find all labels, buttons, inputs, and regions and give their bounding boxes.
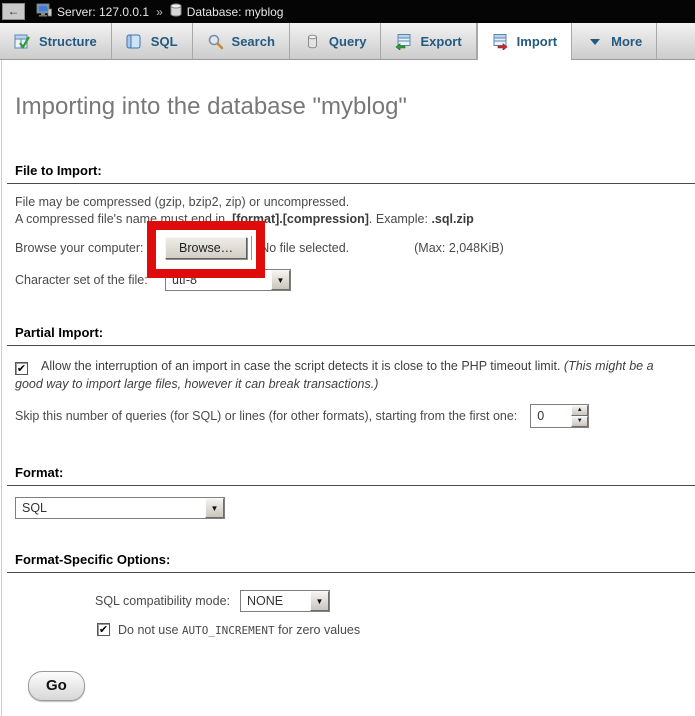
section-heading-file-to-import: File to Import: [7,163,695,184]
dropdown-arrow-icon[interactable]: ▼ [271,270,290,290]
tab-bar: Structure SQL Search Query Export Import [0,23,695,60]
auto-increment-row: ✔ Do not use AUTO_INCREMENT for zero val… [97,622,680,637]
chevron-down-icon [586,33,603,50]
skip-queries-value: 0 [531,405,571,427]
format-row: SQL ▼ [15,496,680,520]
charset-selected-value: utf-8 [166,270,271,290]
tab-label: More [611,34,642,49]
import-icon [492,33,509,50]
browse-label: Browse your computer: [15,241,165,255]
allow-interruption-checkbox[interactable]: ✔ [15,362,28,375]
tab-sql[interactable]: SQL [112,23,193,60]
tab-export[interactable]: Export [381,23,476,60]
sql-icon [126,33,143,50]
format-select[interactable]: SQL ▼ [15,497,225,519]
tab-label: Export [420,34,461,49]
file-input-divider [251,236,252,260]
allow-interruption-row: ✔ Allow the interruption of an import in … [15,357,680,393]
format-selected-value: SQL [16,498,205,518]
browse-button[interactable]: Browse… [165,237,247,259]
skip-queries-input[interactable]: 0 ▲ ▼ [530,404,589,428]
sql-compatibility-row: SQL compatibility mode: NONE ▼ [95,590,680,612]
tab-label: Import [517,34,557,49]
auto-increment-text: Do not use AUTO_INCREMENT for zero value… [118,623,360,637]
tab-more[interactable]: More [572,23,657,60]
section-heading-format: Format: [7,465,695,486]
skip-queries-label: Skip this number of queries (for SQL) or… [15,409,517,423]
back-button[interactable]: ← [2,3,25,20]
breadcrumb-separator: » [154,5,165,19]
charset-row: Character set of the file: utf-8 ▼ [15,269,680,291]
tab-structure[interactable]: Structure [0,23,112,60]
tab-label: Search [232,34,275,49]
go-button[interactable]: Go [28,671,85,701]
search-icon [207,33,224,50]
tab-import[interactable]: Import [477,23,572,60]
tab-label: SQL [151,34,178,49]
charset-select[interactable]: utf-8 ▼ [165,269,291,291]
max-size-note: (Max: 2,048KiB) [414,241,504,255]
auto-increment-checkbox[interactable]: ✔ [97,623,110,636]
spinner-down-icon[interactable]: ▼ [571,416,588,427]
section-heading-partial-import: Partial Import: [7,325,695,346]
database-icon [170,3,182,20]
export-icon [395,33,412,50]
tab-label: Query [329,34,367,49]
filename-info-line: A compressed file's name must end in .[f… [15,212,680,227]
dropdown-arrow-icon[interactable]: ▼ [205,498,224,518]
section-heading-format-specific: Format-Specific Options: [7,552,695,573]
sql-compatibility-select[interactable]: NONE ▼ [240,590,330,612]
tab-label: Structure [39,34,97,49]
skip-queries-row: Skip this number of queries (for SQL) or… [15,404,680,428]
import-page: Importing into the database "myblog" Fil… [0,93,695,701]
spinner-up-icon[interactable]: ▲ [571,405,588,416]
structure-icon [14,33,31,50]
file-upload-row: Browse your computer: Browse… No file se… [15,236,680,260]
breadcrumb-bar: ← Server: 127.0.0.1 » Database: myblog [0,0,695,23]
dropdown-arrow-icon[interactable]: ▼ [310,591,329,611]
charset-label: Character set of the file: [15,273,165,287]
tab-search[interactable]: Search [193,23,290,60]
auto-increment-code: AUTO_INCREMENT [182,624,275,637]
breadcrumb-server[interactable]: Server: 127.0.0.1 [57,5,149,19]
query-icon [304,33,321,50]
sql-compatibility-label: SQL compatibility mode: [95,594,230,608]
page-title: Importing into the database "myblog" [15,93,680,121]
example-bold: .sql.zip [431,212,473,226]
tab-query[interactable]: Query [290,23,382,60]
breadcrumb-database[interactable]: Database: myblog [187,5,284,19]
allow-interruption-text: Allow the interruption of an import in c… [41,359,564,373]
server-icon [36,3,52,20]
no-file-selected-text: No file selected. [260,241,349,255]
sql-compatibility-value: NONE [241,591,310,611]
format-compression-bold: .[format].[compression] [229,212,369,226]
compression-info-line: File may be compressed (gzip, bzip2, zip… [15,195,680,210]
